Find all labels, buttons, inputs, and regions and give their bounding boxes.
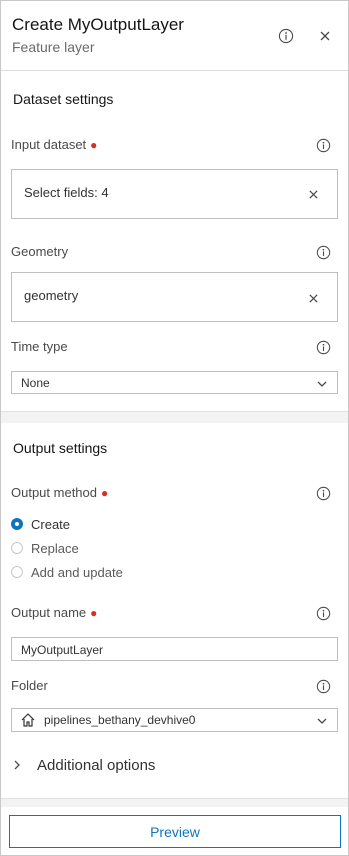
folder-value: pipelines_bethany_devhive0: [44, 713, 196, 727]
radio-button-checked[interactable]: [11, 518, 23, 530]
radio-label-create: Create: [31, 516, 71, 532]
radio-replace[interactable]: Replace: [11, 539, 79, 557]
panel-subtitle: Feature layer: [12, 39, 95, 55]
output-name-input[interactable]: MyOutputLayer: [11, 637, 338, 661]
home-icon: [21, 713, 35, 727]
time-type-value: None: [21, 376, 50, 390]
output-name-value: MyOutputLayer: [21, 643, 104, 657]
required-indicator: ●: [101, 486, 109, 500]
geometry-field[interactable]: geometry: [11, 272, 338, 322]
input-dataset-info-icon[interactable]: [316, 138, 331, 153]
clear-geometry-icon[interactable]: [307, 292, 319, 304]
close-icon[interactable]: [316, 27, 334, 45]
dataset-settings-title: Dataset settings: [13, 91, 114, 107]
preview-button[interactable]: Preview: [9, 815, 341, 848]
output-name-label: Output name ●: [11, 605, 98, 620]
additional-options-label: Additional options: [37, 756, 156, 774]
chevron-down-icon: [317, 718, 327, 724]
time-type-label: Time type: [11, 339, 68, 354]
geometry-info-icon[interactable]: [316, 245, 331, 260]
radio-add-and-update[interactable]: Add and update: [11, 563, 123, 581]
radio-button[interactable]: [11, 566, 23, 578]
panel-header: Create MyOutputLayer Feature layer: [1, 1, 348, 71]
folder-select[interactable]: pipelines_bethany_devhive0: [11, 708, 338, 732]
chevron-right-icon: [14, 760, 20, 770]
panel-title: Create MyOutputLayer: [12, 15, 184, 34]
output-method-info-icon[interactable]: [316, 486, 331, 501]
output-name-info-icon[interactable]: [316, 606, 331, 621]
create-layer-panel: Create MyOutputLayer Feature layer Datas…: [0, 0, 349, 856]
radio-create[interactable]: Create: [11, 515, 70, 533]
info-icon[interactable]: [277, 27, 295, 45]
required-indicator: ●: [90, 606, 98, 620]
time-type-info-icon[interactable]: [316, 340, 331, 355]
folder-info-icon[interactable]: [316, 679, 331, 694]
radio-label-add-and-update: Add and update: [31, 564, 123, 580]
time-type-select[interactable]: None: [11, 371, 338, 394]
input-dataset-label: Input dataset ●: [11, 137, 98, 152]
output-method-label: Output method ●: [11, 485, 109, 500]
geometry-label: Geometry: [11, 244, 69, 259]
additional-options-toggle[interactable]: Additional options: [11, 754, 155, 776]
output-settings-title: Output settings: [13, 440, 108, 456]
input-dataset-field[interactable]: Select fields: 4: [11, 169, 338, 219]
footer-divider: [1, 798, 348, 807]
radio-label-replace: Replace: [31, 540, 79, 556]
section-divider: [1, 411, 348, 423]
required-indicator: ●: [90, 138, 98, 152]
input-dataset-value: Select fields: 4: [24, 185, 109, 200]
geometry-value: geometry: [24, 288, 79, 303]
chevron-down-icon: [317, 381, 327, 387]
clear-input-dataset-icon[interactable]: [307, 188, 319, 200]
folder-label: Folder: [11, 678, 48, 693]
radio-button[interactable]: [11, 542, 23, 554]
